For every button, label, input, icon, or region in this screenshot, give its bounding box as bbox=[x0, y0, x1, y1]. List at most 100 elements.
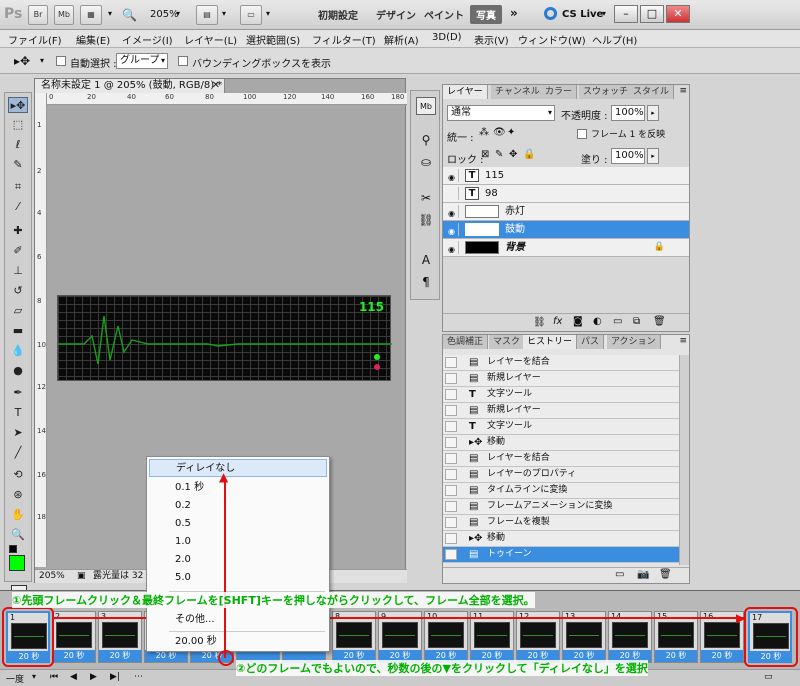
history-brush-source[interactable] bbox=[445, 517, 457, 528]
brush-panel-icon[interactable]: ⛓ bbox=[416, 211, 436, 229]
layer-visibility-eye-icon[interactable]: ◉ bbox=[445, 169, 459, 182]
document-tab[interactable]: 名称未設定 1 @ 205% (鼓動, RGB/8) * ✕ bbox=[35, 79, 225, 93]
tab-adjustments[interactable]: 色調補正 bbox=[443, 335, 489, 349]
more-workspaces-icon[interactable]: » bbox=[510, 6, 518, 20]
tab-actions[interactable]: アクション bbox=[607, 335, 661, 349]
next-frame-icon[interactable]: ▶| bbox=[110, 672, 120, 682]
layer-visibility-eye-icon[interactable]: ◉ bbox=[445, 241, 459, 254]
workspace-photo[interactable]: 写真 bbox=[470, 5, 502, 24]
menu-analysis[interactable]: 解析(A) bbox=[384, 32, 419, 47]
history-scrollbar[interactable] bbox=[679, 355, 689, 565]
fill-input[interactable]: 100% bbox=[611, 148, 645, 164]
move-tool-icon[interactable]: ▸✥ bbox=[14, 54, 30, 68]
mini-bridge-button[interactable]: Mb bbox=[54, 5, 74, 25]
close-document-icon[interactable]: ✕ bbox=[212, 79, 220, 93]
panel-menu-icon[interactable]: ≡ bbox=[679, 86, 687, 96]
menu-edit[interactable]: 編集(E) bbox=[76, 32, 110, 47]
layer-mask-icon[interactable]: ◙ bbox=[573, 316, 583, 327]
history-item[interactable]: ▤ 新規レイヤー bbox=[443, 371, 679, 387]
arrange-chevron-down-icon[interactable]: ▾ bbox=[222, 9, 226, 18]
tab-history[interactable]: ヒストリー bbox=[523, 335, 578, 349]
arrange-documents-button[interactable]: ▤ bbox=[196, 5, 218, 25]
tool-preset-chevron-down-icon[interactable]: ▾ bbox=[40, 56, 44, 65]
history-brush-source[interactable] bbox=[445, 389, 457, 400]
layer-row-background[interactable]: ◉ 背景 🔒 bbox=[443, 239, 689, 257]
status-zoom[interactable]: 205% bbox=[39, 570, 65, 583]
tool-presets-panel-icon[interactable]: ✂ bbox=[416, 189, 436, 207]
screen-mode-button[interactable]: ▭ bbox=[240, 5, 262, 25]
frame-delay[interactable]: 20 秒 bbox=[99, 650, 141, 662]
first-frame-icon[interactable]: ⏮ bbox=[50, 672, 58, 682]
link-layers-icon[interactable]: ⛓ bbox=[533, 317, 546, 328]
default-colors-icon[interactable] bbox=[9, 545, 17, 553]
view-extras-button[interactable]: ▦ bbox=[80, 5, 102, 25]
menu-3d[interactable]: 3D(D) bbox=[432, 32, 462, 43]
quick-select-tool-icon[interactable]: ✎ bbox=[8, 157, 28, 173]
history-item[interactable]: ▤ フレームアニメーションに変換 bbox=[443, 499, 679, 515]
propagate-frame-checkbox[interactable] bbox=[577, 129, 587, 139]
layer-visibility-off[interactable] bbox=[445, 187, 459, 200]
frame-delay[interactable]: 20 秒 bbox=[701, 650, 743, 662]
tab-color[interactable]: カラー bbox=[541, 85, 578, 99]
foreground-color-swatch[interactable] bbox=[9, 555, 25, 571]
clone-stamp-tool-icon[interactable]: ⊥ bbox=[8, 263, 28, 279]
maximize-button[interactable]: □ bbox=[640, 5, 664, 23]
crop-tool-icon[interactable]: ⌗ bbox=[8, 179, 28, 195]
bounding-box-checkbox[interactable] bbox=[178, 56, 188, 66]
tab-channels[interactable]: チャンネル bbox=[491, 85, 545, 99]
layer-row-heartbeat[interactable]: ◉ 鼓動 bbox=[443, 221, 689, 239]
canvas-heart-monitor-image[interactable]: 115 bbox=[57, 295, 392, 381]
fill-slider-arrow-icon[interactable]: ▸ bbox=[647, 148, 659, 164]
menu-file[interactable]: ファイル(F) bbox=[8, 32, 62, 47]
new-document-from-state-icon[interactable]: ▭ bbox=[615, 569, 624, 580]
layer-row-98[interactable]: T 98 bbox=[443, 185, 689, 203]
menu-help[interactable]: ヘルプ(H) bbox=[592, 32, 637, 47]
mini-bridge-panel-icon[interactable]: Mb bbox=[416, 97, 436, 115]
layer-row-red-light[interactable]: ◉ 赤灯 bbox=[443, 203, 689, 221]
paragraph-panel-icon[interactable]: ¶ bbox=[416, 273, 436, 291]
screen-mode-chevron-down-icon[interactable]: ▾ bbox=[266, 9, 270, 18]
delete-layer-icon[interactable]: 🗑 bbox=[653, 316, 666, 327]
brush-tool-icon[interactable]: ✐ bbox=[8, 243, 28, 259]
unify-visibility-icon[interactable]: 👁 bbox=[493, 127, 506, 138]
history-item[interactable]: ▤ 新規レイヤー bbox=[443, 403, 679, 419]
tab-paths[interactable]: パス bbox=[577, 335, 605, 349]
play-icon[interactable]: ▶ bbox=[90, 672, 97, 682]
history-brush-source[interactable] bbox=[445, 453, 457, 464]
minimize-button[interactable]: – bbox=[614, 5, 638, 23]
layer-style-icon[interactable]: fx bbox=[553, 316, 562, 327]
zoom-level[interactable]: 205% bbox=[150, 9, 179, 20]
menu-view[interactable]: 表示(V) bbox=[474, 32, 509, 47]
history-brush-source[interactable] bbox=[445, 421, 457, 432]
history-item[interactable]: ▤ タイムラインに変換 bbox=[443, 483, 679, 499]
opacity-input[interactable]: 100% bbox=[611, 105, 645, 121]
history-brush-source[interactable] bbox=[445, 549, 457, 560]
3d-orbit-tool-icon[interactable]: ⊛ bbox=[8, 487, 28, 503]
cs-live-chevron-down-icon[interactable]: ▾ bbox=[602, 9, 606, 18]
zoom-tool-icon[interactable]: 🔍 bbox=[8, 527, 28, 543]
delay-option-5-0[interactable]: 5.0 bbox=[149, 569, 327, 587]
history-item[interactable]: ▤ レイヤーのプロパティ bbox=[443, 467, 679, 483]
workspace-paint[interactable]: ペイント bbox=[424, 7, 464, 22]
history-item[interactable]: T 文字ツール bbox=[443, 419, 679, 435]
gradient-tool-icon[interactable]: ▬ bbox=[8, 323, 28, 339]
loop-chevron-down-icon[interactable]: ▾ bbox=[32, 672, 36, 681]
menu-layer[interactable]: レイヤー(L) bbox=[184, 32, 237, 47]
auto-select-type-select[interactable]: グループ ▾ bbox=[116, 53, 168, 69]
history-brush-source[interactable] bbox=[445, 533, 457, 544]
new-snapshot-icon[interactable]: 📷 bbox=[637, 569, 649, 580]
lock-position-icon[interactable]: ✥ bbox=[509, 149, 517, 160]
marquee-tool-icon[interactable]: ⬚ bbox=[8, 117, 28, 133]
history-brush-source[interactable] bbox=[445, 405, 457, 416]
history-brush-source[interactable] bbox=[445, 357, 457, 368]
menu-select[interactable]: 選択範囲(S) bbox=[246, 32, 300, 47]
tab-styles[interactable]: スタイル bbox=[629, 85, 675, 99]
new-group-icon[interactable]: ▭ bbox=[613, 316, 622, 327]
zoom-chevron-down-icon[interactable]: ▾ bbox=[176, 9, 180, 18]
history-brush-tool-icon[interactable]: ↺ bbox=[8, 283, 28, 299]
lock-pixels-icon[interactable]: ✎ bbox=[495, 149, 503, 160]
menu-filter[interactable]: フィルター(T) bbox=[312, 32, 376, 47]
move-tool-icon[interactable]: ▸✥ bbox=[8, 97, 28, 113]
eyedropper-tool-icon[interactable]: ⁄ bbox=[8, 199, 28, 215]
path-selection-tool-icon[interactable]: ➤ bbox=[8, 425, 28, 441]
